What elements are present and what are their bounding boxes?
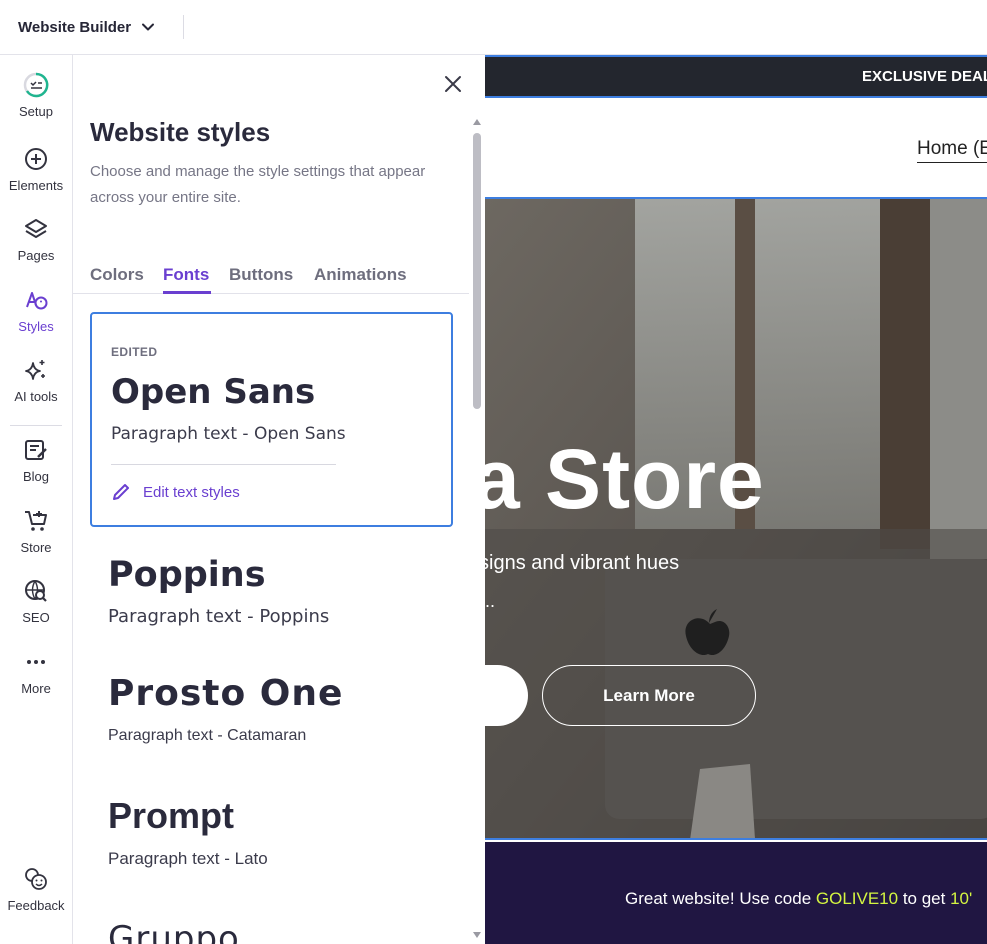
promo-code: GOLIVE10 [815,889,899,908]
font-paragraph: Paragraph text - Lato [108,849,268,868]
hero-title: a Store [485,432,765,526]
announcement-bar[interactable]: EXCLUSIVE DEAL [485,55,987,98]
rail-item-store[interactable]: Store [0,508,72,555]
style-tabs: Colors Fonts Buttons Animations [73,253,469,294]
top-bar: Website Builder [0,0,987,55]
font-heading: Prosto One [108,673,344,714]
font-heading: Open Sans [111,372,316,412]
rail-label: AI tools [14,389,58,404]
font-heading: Gruppo [108,919,240,944]
rail-label: Store [20,540,52,555]
panel-title: Website styles [90,117,271,147]
sparkle-icon [25,360,45,380]
rail-item-ai-tools[interactable]: AI tools [0,357,72,404]
panel-description: Choose and manage the style settings tha… [90,163,426,206]
font-paragraph: Paragraph text - Open Sans [111,424,346,444]
rail-item-seo[interactable]: SEO [0,578,72,625]
scroll-down-arrow-icon[interactable] [473,932,481,938]
site-header[interactable]: Home (E [485,98,987,199]
learn-more-button[interactable]: Learn More [542,665,756,726]
divider [111,464,336,465]
announcement-text: EXCLUSIVE DEAL [862,68,987,85]
rail-item-feedback[interactable]: Feedback [0,866,72,913]
tab-buttons[interactable]: Buttons [229,265,293,285]
edited-badge: EDITED [111,345,158,359]
cart-plus-icon [25,511,47,531]
promo-banner[interactable]: Great website! Use code GOLIVE10 to get … [485,842,987,944]
rail-label: Setup [19,104,53,119]
app-name: Website Builder [18,18,132,36]
plus-circle-icon [25,148,47,170]
font-heading: Prompt [108,795,234,836]
styles-palette-icon [26,292,48,310]
more-dots-icon [27,660,45,664]
rail-item-setup[interactable]: Setup [0,72,72,119]
rail-label: Feedback [7,898,65,913]
panel-scrollbar[interactable] [471,115,483,941]
nav-link-home[interactable]: Home (E [917,138,987,163]
rail-label: Pages [17,248,55,263]
edit-text-styles-link[interactable]: Edit text styles [111,482,240,502]
hero-subtitle: signs and vibrant hues [485,552,680,574]
selected-font-card[interactable]: EDITED Open Sans Paragraph text - Open S… [90,312,453,527]
hero-section[interactable]: a Store signs and vibrant hues .. Learn … [485,199,987,840]
promo-discount: 10' [950,889,973,908]
rail-item-more[interactable]: More [0,649,72,696]
feedback-face-icon [25,868,47,890]
website-styles-panel: Website styles Choose and manage the sty… [73,55,485,944]
pencil-icon [113,484,129,500]
scroll-up-arrow-icon[interactable] [473,119,481,125]
font-heading: Poppins [108,555,266,595]
rail-label: More [21,681,51,696]
rail-label: Elements [8,178,64,193]
divider [183,15,184,39]
rail-item-pages[interactable]: Pages [0,216,72,263]
font-paragraph: Paragraph text - Poppins [108,606,330,627]
hero-subtitle-continued: .. [485,591,496,611]
rail-item-styles[interactable]: Styles [0,287,72,334]
close-icon[interactable] [441,72,465,96]
promo-prefix: Great website! Use code [625,889,816,908]
rail-label: SEO [22,610,50,625]
app-switcher[interactable]: Website Builder [18,14,155,40]
globe-search-icon [25,580,47,602]
active-tab-indicator [163,291,211,294]
learn-more-label: Learn More [603,685,695,705]
rail-label: Styles [18,319,54,334]
left-rail: Setup Elements Pages Styles AI tools Blo… [0,55,73,944]
blog-edit-icon [25,440,47,460]
rail-label: Blog [22,469,50,484]
tab-fonts[interactable]: Fonts [163,265,209,285]
font-paragraph: Paragraph text - Catamaran [108,727,307,744]
scroll-thumb[interactable] [473,133,481,409]
rail-item-elements[interactable]: Elements [0,146,72,193]
promo-text: Great website! Use code GOLIVE10 to get … [625,889,972,909]
setup-progress-icon [23,72,49,98]
chevron-down-icon [142,23,155,31]
promo-middle: to get [898,889,951,908]
site-preview: EXCLUSIVE DEAL Home (E a Store signs and… [485,55,987,944]
edit-link-label: Edit text styles [143,483,240,501]
tab-animations[interactable]: Animations [314,265,407,285]
layers-icon [25,219,47,238]
rail-divider [10,425,62,426]
tab-colors[interactable]: Colors [90,265,144,285]
rail-item-blog[interactable]: Blog [0,437,72,484]
